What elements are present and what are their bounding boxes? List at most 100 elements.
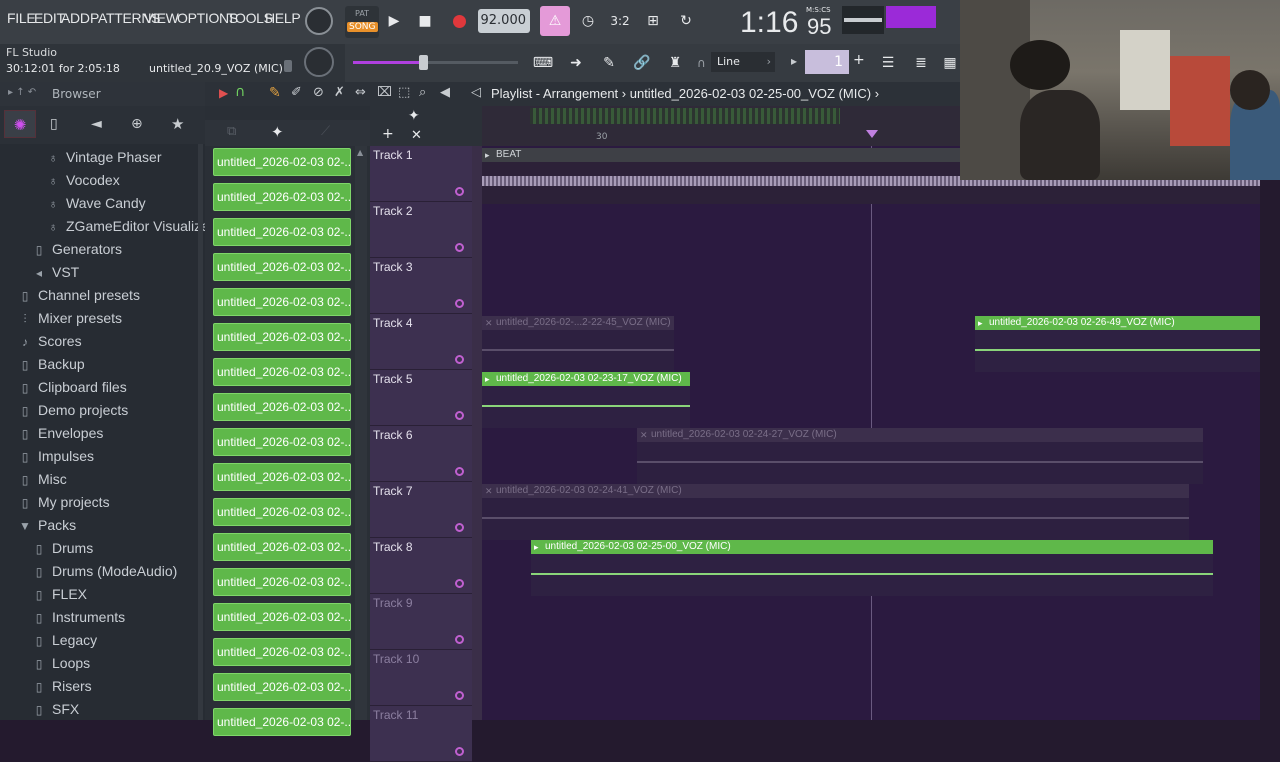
browser-item[interactable]: ▯ Clipboard files [18, 379, 127, 401]
track-header[interactable]: Track 9 [370, 594, 472, 650]
browser-item[interactable]: ▯ Drums (ModeAudio) [32, 563, 178, 585]
clip-waveform[interactable] [637, 442, 1203, 484]
typing-keyboard-icon[interactable]: ⌨ [530, 50, 556, 76]
browser-item[interactable]: ▯ Legacy [32, 632, 97, 654]
loop-record-icon[interactable]: ↻ [673, 8, 699, 34]
audio-clip[interactable]: untitled_2026-02-03 02-24-41_VOZ (MIC) ✕ [482, 484, 1189, 498]
mute-tool-icon[interactable]: ✗ [334, 85, 345, 100]
track-header[interactable]: Track 6 [370, 426, 472, 482]
clip-waveform[interactable] [482, 498, 1189, 540]
cross-icon[interactable]: ✕ [411, 128, 422, 143]
pattern-add-icon[interactable]: + [853, 52, 865, 68]
browser-item[interactable]: ▯ My projects [18, 494, 110, 516]
clip-waveform[interactable] [482, 330, 674, 372]
picker-auto-icon[interactable]: ⟋ [321, 124, 330, 139]
clip-menu-icon[interactable]: ▸ [534, 540, 539, 554]
playlist-view-icon[interactable]: ☰ [875, 50, 901, 76]
browser-item[interactable]: ▯ Envelopes [18, 425, 104, 447]
track-header[interactable]: Track 10 [370, 650, 472, 706]
tempo-display[interactable]: 92.000 [478, 9, 530, 33]
browser-item[interactable]: ♁ ZGameEditor Visualizer [46, 218, 214, 240]
slip-tool-icon[interactable]: ⇔ [355, 85, 366, 100]
muted-clip-icon[interactable]: ✕ [485, 484, 493, 498]
clip-waveform[interactable] [482, 386, 690, 428]
pattern-item[interactable]: untitled_2026-02-03 02-... [213, 638, 351, 666]
countdown-icon[interactable]: 3:2 [607, 8, 633, 34]
step-edit-icon[interactable]: ⊞ [640, 8, 666, 34]
audio-clip[interactable]: untitled_2026-02-03 02-26-49_VOZ (MIC) ▸ [975, 316, 1260, 330]
track-mute-toggle[interactable] [455, 691, 464, 700]
delete-tool-icon[interactable]: ⊘ [313, 85, 324, 100]
pattern-item[interactable]: untitled_2026-02-03 02-... [213, 603, 351, 631]
clip-waveform[interactable] [975, 330, 1260, 372]
track-header[interactable]: Track 8 [370, 538, 472, 594]
master-pitch-slider[interactable] [353, 55, 518, 70]
pattern-item[interactable]: untitled_2026-02-03 02-... [213, 533, 351, 561]
metronome-button[interactable]: ⚠ [540, 6, 570, 36]
pattern-item[interactable]: untitled_2026-02-03 02-... [213, 148, 351, 176]
pattern-item[interactable]: untitled_2026-02-03 02-... [213, 428, 351, 456]
pattern-item[interactable]: untitled_2026-02-03 02-... [213, 568, 351, 596]
brush-icon[interactable]: ✎ [596, 50, 622, 76]
slice-tool-icon[interactable]: ⌧ [377, 85, 392, 100]
browser-item[interactable]: ▯ Loops [32, 655, 90, 677]
browser-item[interactable]: ♁ Wave Candy [46, 195, 146, 217]
track-mute-toggle[interactable] [455, 635, 464, 644]
pattern-item[interactable]: untitled_2026-02-03 02-... [213, 498, 351, 526]
master-volume-knob[interactable] [305, 7, 333, 35]
song-position-marker[interactable] [866, 130, 878, 138]
pattern-item[interactable]: untitled_2026-02-03 02-... [213, 323, 351, 351]
speaker-icon[interactable]: ◁ [471, 85, 481, 100]
slider-handle[interactable] [419, 55, 428, 70]
clip-waveform[interactable] [531, 554, 1213, 596]
browser-item[interactable]: ♪ Scores [18, 333, 82, 355]
tab-files-icon[interactable]: ▯ [50, 116, 58, 132]
stop-button[interactable]: ■ [412, 8, 438, 34]
pencil-tool-icon[interactable]: ✎ [269, 85, 281, 101]
track-header[interactable]: Track 7 [370, 482, 472, 538]
pattern-item[interactable]: untitled_2026-02-03 02-... [213, 708, 351, 736]
browser-nav-icons[interactable]: ▸ ↑ ↶ [8, 87, 36, 98]
track-mute-toggle[interactable] [455, 747, 464, 756]
playlist-grid[interactable]: BEAT ▸ untitled_2026-02-...2-22-45_VOZ (MI… [482, 146, 1260, 720]
arrow-right-icon[interactable]: ➜ [563, 50, 589, 76]
pat-song-toggle[interactable]: PAT SONG [345, 6, 379, 38]
pattern-item[interactable]: untitled_2026-02-03 02-... [213, 253, 351, 281]
magnet-icon[interactable]: ∩ [697, 56, 706, 70]
browser-item[interactable]: ▯ Misc [18, 471, 67, 493]
tab-online-icon[interactable]: ⊕ [131, 116, 143, 132]
pattern-item[interactable]: untitled_2026-02-03 02-... [213, 218, 351, 246]
browser-item[interactable]: ▯ Channel presets [18, 287, 140, 309]
pattern-item[interactable]: untitled_2026-02-03 02-... [213, 288, 351, 316]
mixer-track-icon[interactable]: ✦ [408, 108, 420, 124]
browser-item[interactable]: ▼ Packs [18, 517, 76, 539]
browser-item[interactable]: ▯ Demo projects [18, 402, 129, 424]
track-mute-toggle[interactable] [455, 467, 464, 476]
link-icon[interactable]: 🔗 [629, 50, 655, 76]
browser-item[interactable]: ▯ Backup [18, 356, 85, 378]
browser-item[interactable]: ▯ Drums [32, 540, 94, 562]
track-header[interactable]: Track 11 [370, 706, 472, 762]
menu-add[interactable]: ADD [61, 10, 90, 26]
track-header[interactable]: Track 3 [370, 258, 472, 314]
menu-view[interactable]: VIEW [144, 10, 179, 26]
track-mute-toggle[interactable] [455, 187, 464, 196]
add-track-icon[interactable]: + [382, 126, 394, 142]
pattern-item[interactable]: untitled_2026-02-03 02-... [213, 358, 351, 386]
track-mute-toggle[interactable] [455, 299, 464, 308]
pattern-item[interactable]: untitled_2026-02-03 02-... [213, 183, 351, 211]
browser-item[interactable]: ▯ Risers [32, 678, 92, 700]
muted-clip-icon[interactable]: ✕ [485, 316, 493, 330]
timeline-ruler[interactable]: 30 [482, 106, 960, 146]
channel-rack-icon[interactable]: ≣ [908, 50, 934, 76]
track-mute-toggle[interactable] [455, 355, 464, 364]
playback-tool-icon[interactable]: ◀ [440, 85, 450, 100]
playlist-menu-icon[interactable]: ▶ [219, 86, 228, 100]
mixer-icon[interactable]: ▦ [941, 50, 959, 76]
pitch-knob[interactable] [304, 47, 334, 77]
track-header[interactable]: Track 4 [370, 314, 472, 370]
browser-item[interactable]: ▯ Impulses [18, 448, 94, 470]
browser-item[interactable]: ⫶ Mixer presets [18, 310, 122, 332]
pattern-prev-icon[interactable]: ▸ [791, 54, 797, 68]
pattern-selector[interactable]: 1 [805, 50, 849, 74]
